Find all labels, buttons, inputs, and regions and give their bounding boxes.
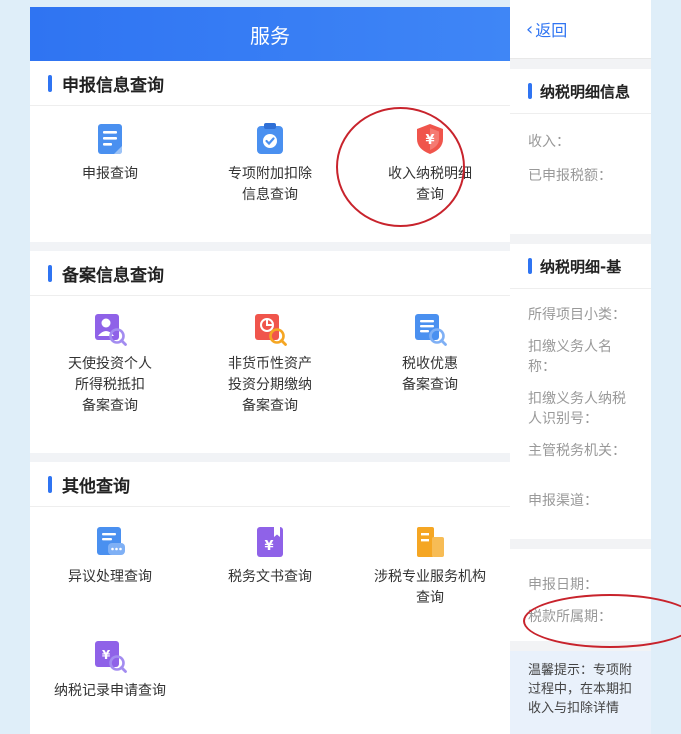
tile-professional-service-query[interactable]: 涉税专业服务机构 查询 [350, 525, 510, 639]
tile-income-tax-detail-query[interactable]: ¥ 收入纳税明细 查询 [350, 122, 510, 242]
tax-detail-info-section: 纳税明细信息 收入： 已申报税额： [510, 69, 651, 234]
section-title: 纳税明细-基 [510, 244, 651, 289]
field-income: 收入： [528, 134, 570, 150]
document-icon [98, 124, 122, 154]
field-tax-period: 税款所属期： [528, 609, 612, 625]
field-declaration-channel: 申报渠道： [528, 493, 598, 509]
tax-detail-basic-section: 纳税明细-基 所得项目小类： 扣缴义务人名 称： 扣缴义务人纳税 人识别号： 主… [510, 244, 651, 539]
tile-objection-query[interactable]: 异议处理查询 [30, 525, 190, 639]
detail-panel: ‹ 返回 纳税明细信息 收入： 已申报税额： 纳税明细-基 所得项目小类： 扣缴… [510, 0, 651, 734]
section-title: 申报信息查询 [30, 61, 510, 106]
building-icon [417, 527, 444, 557]
list-search-icon [415, 314, 447, 346]
tile-special-deduction-query[interactable]: 专项附加扣除 信息查询 [190, 122, 350, 242]
tile-tax-document-query[interactable]: ¥ 税务文书查询 [190, 525, 350, 639]
field-income-subcategory: 所得项目小类： [528, 307, 626, 323]
chevron-left-icon: ‹ [526, 18, 534, 40]
svg-text:¥: ¥ [102, 648, 111, 662]
yuan-search-icon: ¥ [95, 641, 127, 673]
section-title: 备案信息查询 [30, 251, 510, 296]
chat-doc-icon [97, 527, 125, 555]
field-tax-authority: 主管税务机关： [528, 443, 626, 459]
svg-text:¥: ¥ [264, 539, 273, 554]
section-declaration-query: 申报信息查询 申报查询 专项附加扣除 信息查询 ¥ 收入纳税明细 查询 [30, 61, 510, 242]
section-filing-query: 备案信息查询 天使投资个人 所得税抵扣 备案查询 非货币性资产 投资分期缴纳 备… [30, 251, 510, 453]
yuan-book-icon: ¥ [257, 527, 283, 557]
tile-tax-record-request-query[interactable]: ¥ 纳税记录申请查询 [30, 639, 190, 719]
section-other-query: 其他查询 异议处理查询 ¥ 税务文书查询 涉税专业服务机构 查询 ¥ 纳税记录申… [30, 462, 510, 719]
field-withholding-agent-name: 扣缴义务人名 称： [528, 339, 612, 375]
tile-declaration-query[interactable]: 申报查询 [30, 122, 190, 242]
person-search-icon [95, 314, 127, 346]
field-declaration-date: 申报日期： [528, 577, 598, 593]
clipboard-check-icon [257, 123, 283, 154]
field-withholding-agent-id: 扣缴义务人纳税 人识别号： [528, 391, 626, 427]
tax-period-section: 申报日期： 税款所属期： [510, 549, 651, 641]
field-declared-tax: 已申报税额： [528, 168, 612, 184]
tile-non-monetary-asset-query[interactable]: 非货币性资产 投资分期缴纳 备案查询 [190, 312, 350, 453]
tile-angel-investment-query[interactable]: 天使投资个人 所得税抵扣 备案查询 [30, 312, 190, 453]
back-button[interactable]: ‹ 返回 [510, 0, 651, 59]
screen: 服务 申报信息查询 申报查询 专项附加扣除 信息查询 ¥ 收入纳税明细 查询 备… [0, 0, 681, 734]
service-header: 服务 [30, 7, 510, 61]
section-title: 其他查询 [30, 462, 510, 507]
warm-tip: 温馨提示：专项附 过程中，在本期扣 收入与扣除详情 [510, 651, 651, 734]
svg-text:¥: ¥ [425, 133, 434, 148]
tile-tax-preference-query[interactable]: 税收优惠 备案查询 [350, 312, 510, 453]
section-title: 纳税明细信息 [510, 69, 651, 114]
yuan-shield-icon: ¥ [417, 124, 443, 154]
service-panel: 服务 申报信息查询 申报查询 专项附加扣除 信息查询 ¥ 收入纳税明细 查询 备… [30, 7, 510, 734]
chart-search-icon [255, 314, 287, 346]
page-title: 服务 [250, 23, 290, 48]
